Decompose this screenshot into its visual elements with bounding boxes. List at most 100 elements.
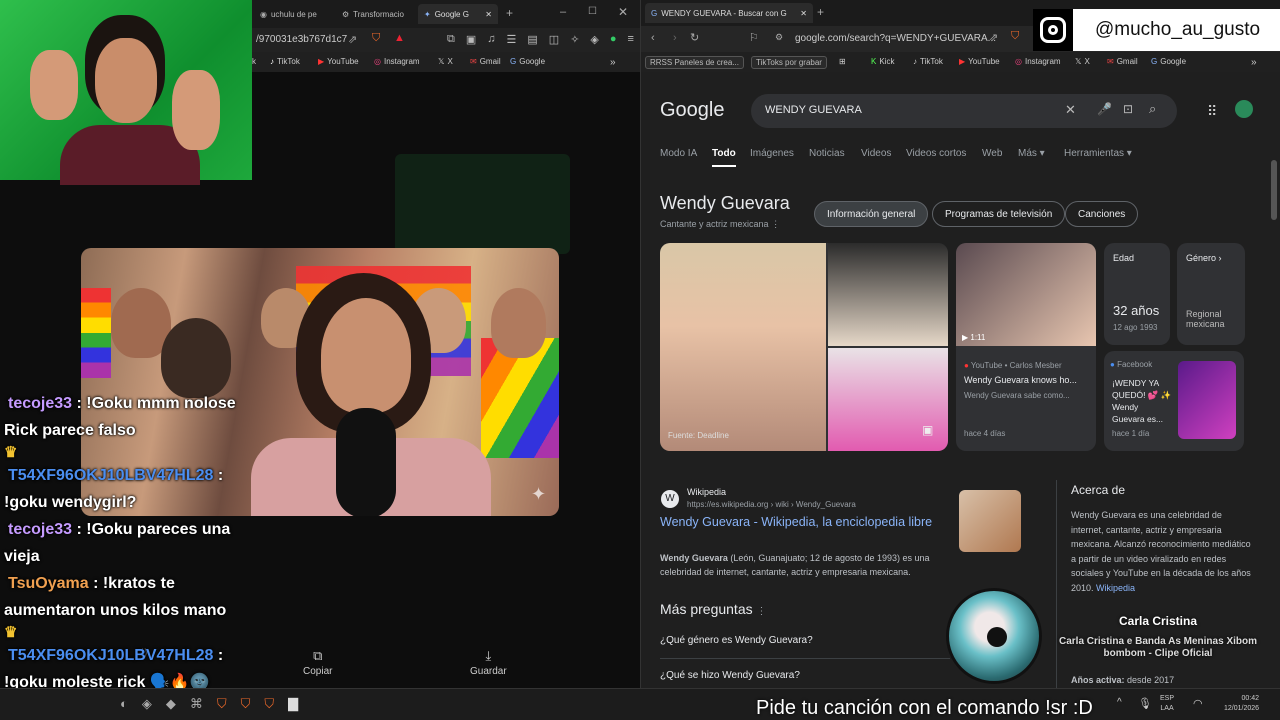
menu-icon[interactable]: ≡ [628,33,634,46]
tab-videos[interactable]: Videos [861,148,891,159]
result-site[interactable]: Wikipedia [687,487,726,497]
apps-icon[interactable]: ⊞ [839,57,846,66]
maximize-icon[interactable]: ☐ [588,6,597,17]
clock[interactable]: 00:42 12/01/2026 [1224,694,1259,714]
app-icon-4[interactable]: ⌘ [190,696,203,712]
lens-icon[interactable]: ⊡ [1123,102,1133,116]
url-text[interactable]: google.com/search?q=WENDY+GUEVARA... [795,33,996,44]
bookmark-google[interactable]: G Google [1151,57,1186,66]
tab-1[interactable]: ◉ uchulu de pe [254,4,334,24]
new-tab-icon[interactable]: + [506,6,513,20]
paa-question-1[interactable]: ¿Qué género es Wendy Guevara? [660,625,950,659]
kp-image-grid[interactable]: Fuente: Deadline ▣ [660,243,948,451]
bookmark-gmail[interactable]: ✉ Gmail [1107,57,1138,66]
brave-icon[interactable]: ⛉ [217,696,227,712]
bookmark-x[interactable]: 𝕏X [438,57,453,66]
app-icon-2[interactable]: ◈ [142,696,152,712]
tray-expand-icon[interactable]: ^ [1117,697,1122,708]
screenshot-icon[interactable]: ▣ [466,33,476,46]
brave-icon-2[interactable]: ⛉ [241,696,251,712]
search-icon[interactable]: ⌕ [1149,101,1156,117]
tab-2[interactable]: ⚙ Transformacio [336,4,416,24]
share-icon[interactable]: ⇗ [348,33,357,46]
minimize-icon[interactable]: – [560,6,566,18]
forward-icon[interactable]: › [673,32,677,44]
rewards-icon[interactable]: ▲ [394,32,405,44]
bookmark-gmail[interactable]: ✉ Gmail [470,57,501,66]
bookmark-youtube[interactable]: ▶ YouTube [959,57,1000,66]
brave-icon-3[interactable]: ⛉ [264,696,274,712]
paa-question-2[interactable]: ¿Qué se hizo Wendy Guevara? [660,660,950,688]
account-avatar[interactable] [1235,100,1253,118]
brave-shield-icon[interactable]: ⛉ [372,32,380,45]
brave-shield-icon[interactable]: ⛉ [1011,30,1019,43]
sidebar-icon[interactable]: ▤ [527,33,537,46]
tab-herramientas[interactable]: Herramientas ▾ [1064,148,1132,159]
bookmark-k[interactable]: k [252,57,256,66]
app-icon-1[interactable]: ◐ [120,696,128,712]
reader-icon[interactable]: ☰ [507,33,517,46]
more-bookmarks-icon[interactable]: » [1251,57,1257,68]
kp-facebook-card[interactable]: ● Facebook ¡WENDY YA QUEDÓ! 💕 ✨ Wendy Gu… [1104,351,1244,451]
kp-image-main[interactable] [660,243,826,451]
bookmark-youtube[interactable]: ▶ YouTube [318,57,359,66]
extensions-icon[interactable]: ⧉ [447,33,455,46]
bookmark-folder-rrss[interactable]: RRSS Paneles de crea... [645,56,744,69]
kp-video-card[interactable]: ▶ 1:11 ● YouTube • Carlos Mesber Wendy G… [956,243,1096,451]
wallet-icon[interactable]: ◫ [549,33,559,46]
bookmark-instagram[interactable]: ◎ Instagram [1015,57,1061,66]
video-title[interactable]: Wendy Guevara knows ho... [964,375,1092,385]
apps-grid-icon[interactable]: ⠿ [1207,103,1217,120]
voice-search-icon[interactable]: 🎤 [1097,102,1112,116]
music-icon[interactable]: ♫ [487,33,495,46]
bookmark-tiktok[interactable]: ♪ TikTok [270,57,300,66]
expand-image-icon[interactable]: ▣ [922,423,933,437]
tab-mas[interactable]: Más ▾ [1018,148,1045,159]
bookmark-kick[interactable]: K Kick [871,57,894,66]
new-tab-icon[interactable]: + [817,5,824,19]
bookmark-google[interactable]: G Google [510,57,545,66]
tab-3[interactable]: ✦ Google G ✕ [418,4,498,24]
bookmark-instagram[interactable]: ◎ Instagram [374,57,420,66]
clear-icon[interactable]: ✕ [1065,102,1076,118]
tab-noticias[interactable]: Noticias [809,148,845,159]
pill-tv-shows[interactable]: Programas de televisión [932,201,1066,227]
vpn-icon[interactable]: ◈ [590,33,598,46]
file-icon[interactable]: ▇ [288,696,298,712]
tab-videos-cortos[interactable]: Videos cortos [906,148,966,159]
bookmark-folder-tiktoks[interactable]: TikToks por grabar [751,56,827,69]
scrollbar-thumb[interactable] [1271,160,1277,220]
tab-modo-ia[interactable]: Modo IA [660,148,697,159]
kp-age-card[interactable]: Edad 32 años 12 ago 1993 [1104,243,1170,345]
back-icon[interactable]: ‹ [651,32,655,44]
wifi-icon[interactable]: ◠ [1193,697,1203,710]
tab-google-search[interactable]: G WENDY GUEVARA - Buscar con G ✕ [645,3,813,23]
left-address-bar[interactable]: /970031e3b767d1c7 ⇗ ⛉ ▲ ⧉ ▣ ♫ ☰ ▤ ◫ ✧ ◈ ● ≡ [252,28,640,52]
app-icon-3[interactable]: ◆ [166,696,176,712]
tab-imagenes[interactable]: Imágenes [750,148,794,159]
language-indicator[interactable]: ESP LAA [1160,694,1174,714]
reload-icon[interactable]: ↻ [690,31,699,44]
video-thumbnail[interactable] [956,243,1096,346]
kp-image-2[interactable] [828,243,948,346]
pill-info-general[interactable]: Información general [814,201,929,227]
bookmark-icon[interactable]: ⚐ [749,31,759,44]
tab-web[interactable]: Web [982,148,1002,159]
share-icon[interactable]: ⇗ [989,31,998,44]
fb-thumbnail[interactable] [1178,361,1236,439]
google-logo[interactable]: Google [660,99,725,122]
site-info-icon[interactable]: ⚙ [775,32,783,43]
search-box[interactable]: WENDY GUEVARA ✕ 🎤 ⊡ ⌕ [751,94,1177,128]
copy-button[interactable]: ⧉ Copiar [303,648,332,677]
mic-icon[interactable]: 🎙 [1138,697,1152,710]
pill-songs[interactable]: Canciones [1065,201,1139,227]
bookmark-x[interactable]: 𝕏X [1075,57,1090,66]
result-thumbnail[interactable] [959,490,1021,552]
result-url[interactable]: https://es.wikipedia.org › wiki › Wendy_… [687,500,856,509]
ai-icon[interactable]: ✧ [570,33,579,46]
url-text[interactable]: /970031e3b767d1c7 [256,34,347,45]
extension-icons[interactable]: ⧉ ▣ ♫ ☰ ▤ ◫ ✧ ◈ ● ≡ [447,33,634,46]
save-button[interactable]: ⤓ Guardar [470,648,507,677]
result-title-link[interactable]: Wendy Guevara - Wikipedia, la encicloped… [660,514,940,531]
fb-text[interactable]: ¡WENDY YA QUEDÓ! 💕 ✨ Wendy Guevara es... [1112,377,1172,425]
